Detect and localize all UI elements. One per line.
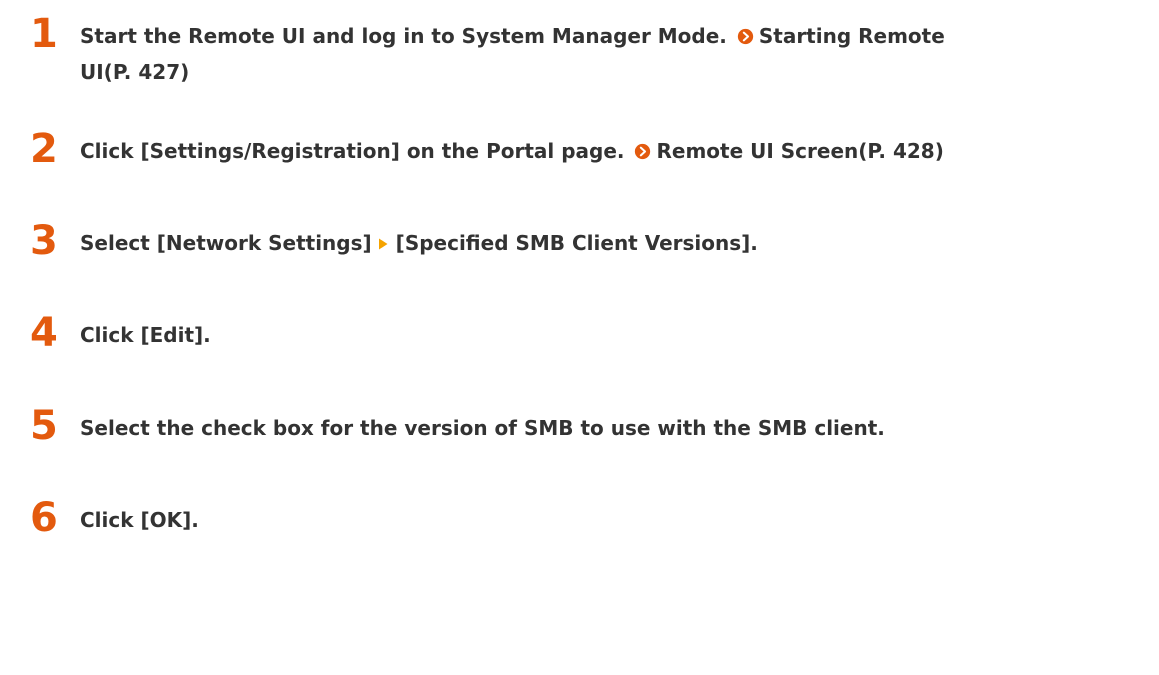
step-instruction: Start the Remote UI and log in to System… — [80, 24, 734, 48]
link-text: Starting Remote — [758, 24, 945, 48]
triangle-right-icon — [378, 238, 388, 250]
menu-path-first: Select [Network Settings] — [80, 231, 372, 255]
step-text: Start the Remote UI and log in to System… — [80, 18, 1150, 90]
step-instruction: Click [Settings/Registration] on the Por… — [80, 139, 632, 163]
step-instruction: Click [Edit]. — [80, 323, 211, 347]
step-text: Click [OK]. — [80, 502, 1150, 538]
step-number: 5 — [30, 403, 58, 449]
step-number: 1 — [30, 11, 58, 57]
link-text: Remote UI Screen(P. 428) — [656, 139, 944, 163]
step-text: Click [Settings/Registration] on the Por… — [80, 133, 1150, 169]
link-text-continued: UI(P. 427) — [80, 60, 190, 84]
step-text: Select [Network Settings] [Specified SMB … — [80, 225, 1150, 261]
circle-arrow-right-icon — [635, 143, 651, 160]
remote-ui-screen-link[interactable]: Remote UI Screen(P. 428) — [631, 139, 944, 163]
step-number: 3 — [30, 218, 58, 264]
step-instruction: Click [OK]. — [80, 508, 199, 532]
menu-path-second: [Specified SMB Client Versions]. — [395, 231, 758, 255]
step-text: Click [Edit]. — [80, 317, 1150, 353]
step-instruction: Select the check box for the version of … — [80, 416, 885, 440]
step-text: Select the check box for the version of … — [80, 410, 1150, 446]
step-number: 4 — [30, 310, 58, 356]
circle-arrow-right-icon — [737, 28, 754, 45]
step-number: 2 — [30, 126, 58, 172]
step-number: 6 — [30, 495, 58, 541]
